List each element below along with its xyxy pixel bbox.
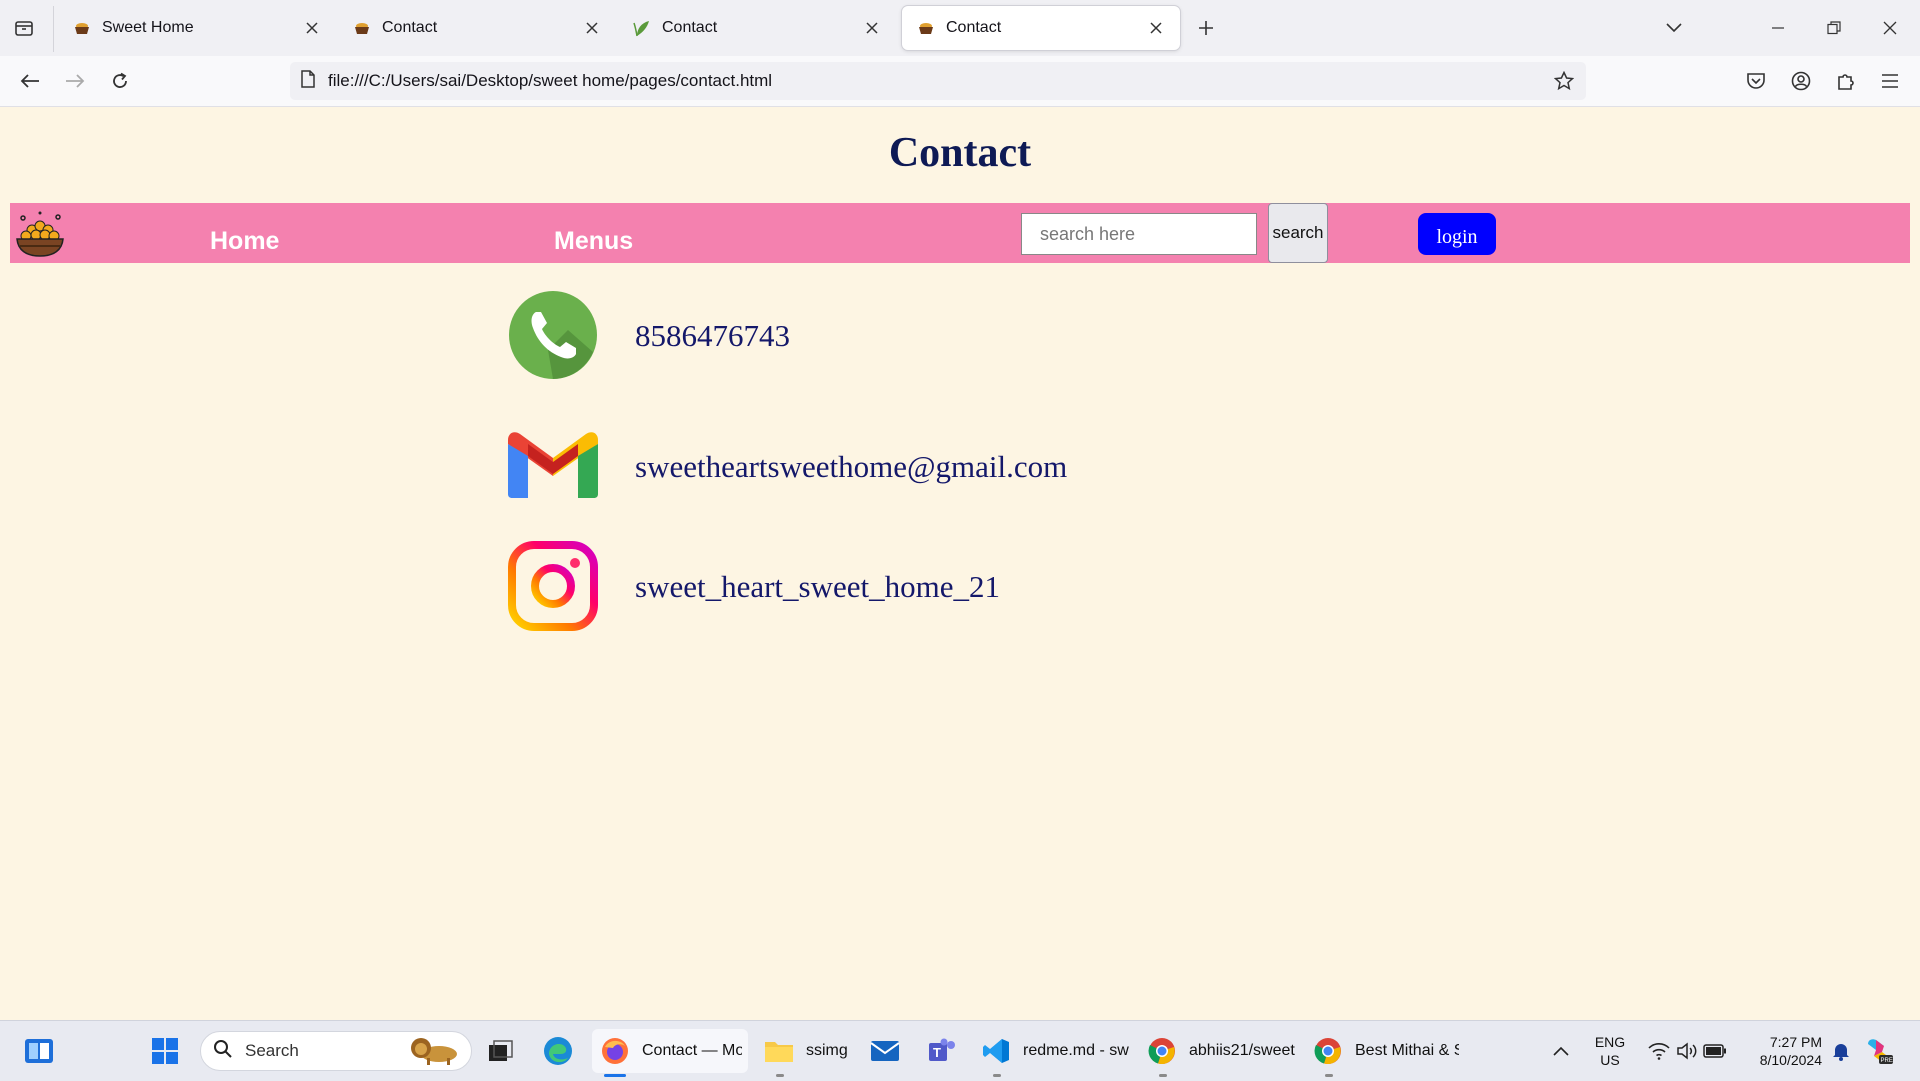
search-input[interactable]	[1021, 213, 1257, 255]
taskbar-app-label: ssimg	[806, 1042, 848, 1059]
lang-bottom: US	[1600, 1052, 1620, 1068]
running-indicator	[1325, 1074, 1333, 1077]
contact-email-row: sweetheartsweethome@gmail.com	[508, 421, 1308, 511]
volume-icon[interactable]	[1672, 1029, 1702, 1073]
browser-tab-active[interactable]: Contact	[902, 6, 1180, 50]
gmail-icon[interactable]	[508, 421, 598, 511]
close-window-icon[interactable]	[1874, 12, 1906, 44]
windows-taskbar: Search Contact — Mo: ssimg T redme.md - …	[0, 1020, 1920, 1081]
reload-icon[interactable]	[104, 65, 136, 97]
taskbar-app-firefox[interactable]: Contact — Mo:	[592, 1029, 748, 1077]
widgets-icon[interactable]	[24, 1029, 54, 1073]
browser-tab[interactable]: Sweet Home	[58, 6, 336, 50]
page-title: Contact	[888, 130, 1032, 176]
url-text: file:///C:/Users/sai/Desktop/sweet home/…	[328, 71, 773, 90]
nav-link-home[interactable]: Home	[210, 227, 279, 256]
contact-phone-text: 8586476743	[635, 318, 790, 353]
phone-icon[interactable]	[508, 290, 598, 380]
tab-separator	[53, 6, 54, 52]
windows-start-icon[interactable]	[150, 1029, 180, 1073]
taskbar-app-chrome-1[interactable]: abhiis21/sweet-	[1147, 1029, 1295, 1077]
account-icon[interactable]	[1785, 65, 1817, 97]
taskbar-app-label: redme.md - sw	[1023, 1042, 1129, 1059]
search-button[interactable]: search	[1268, 203, 1328, 263]
running-indicator	[1159, 1074, 1167, 1077]
clock-date: 8/10/2024	[1759, 1052, 1822, 1068]
tab-title: Sweet Home	[102, 19, 194, 36]
contact-email-text: sweetheartsweethome@gmail.com	[635, 449, 1068, 484]
extensions-icon[interactable]	[1830, 65, 1862, 97]
contact-instagram-text: sweet_heart_sweet_home_21	[635, 569, 1000, 604]
site-navbar: Home Menus search login	[10, 203, 1910, 263]
url-bar[interactable]: file:///C:/Users/sai/Desktop/sweet home/…	[290, 62, 1586, 100]
close-icon[interactable]	[582, 18, 602, 38]
chrome-icon	[1147, 1036, 1177, 1066]
nav-link-menus[interactable]: Menus	[554, 227, 633, 256]
contact-instagram-row: sweet_heart_sweet_home_21	[508, 541, 1308, 631]
battery-icon[interactable]	[1700, 1029, 1730, 1073]
sweet-basket-logo-icon[interactable]	[14, 208, 66, 260]
page-content: Contact Home Menus search login	[0, 107, 1920, 1020]
svg-text:T: T	[933, 1045, 941, 1060]
new-tab-plus-icon[interactable]	[1192, 14, 1220, 42]
login-button[interactable]: login	[1418, 213, 1496, 255]
chevron-down-icon[interactable]	[1658, 12, 1690, 44]
restore-icon[interactable]	[1818, 12, 1850, 44]
taskbar-search-label: Search	[245, 1041, 299, 1060]
folder-icon	[764, 1036, 794, 1066]
lion-search-highlight-icon	[407, 1036, 463, 1071]
chrome-icon	[1313, 1036, 1343, 1066]
close-icon[interactable]	[1146, 18, 1166, 38]
mail-icon[interactable]	[870, 1029, 900, 1073]
clock-time: 7:27 PM	[1769, 1034, 1822, 1050]
notification-bell-icon[interactable]	[1826, 1029, 1856, 1073]
copilot-icon[interactable]: PRE	[1864, 1029, 1894, 1073]
back-arrow-icon[interactable]	[14, 65, 46, 97]
page-file-icon	[300, 69, 316, 93]
lang-top: ENG	[1594, 1034, 1626, 1050]
tab-title: Contact	[946, 19, 1002, 36]
close-icon[interactable]	[862, 18, 882, 38]
svg-text:PRE: PRE	[1881, 1058, 1893, 1064]
taskbar-app-label: Best Mithai & S	[1355, 1042, 1459, 1059]
basket-icon	[352, 18, 372, 38]
firefox-icon	[600, 1036, 630, 1066]
browser-tab[interactable]: Contact	[618, 6, 896, 50]
active-indicator	[604, 1074, 626, 1077]
search-icon	[213, 1039, 233, 1064]
taskbar-app-label: abhiis21/sweet-	[1189, 1042, 1295, 1059]
basket-icon	[72, 18, 92, 38]
tab-list-icon[interactable]	[10, 14, 38, 42]
browser-tab[interactable]: Contact	[338, 6, 616, 50]
bookmark-star-icon[interactable]	[1548, 65, 1580, 97]
leaf-icon	[632, 18, 652, 38]
taskbar-app-chrome-2[interactable]: Best Mithai & S	[1313, 1029, 1459, 1077]
task-view-icon[interactable]	[486, 1029, 516, 1073]
instagram-icon[interactable]	[508, 541, 598, 631]
running-indicator	[776, 1074, 784, 1077]
contact-phone-row: 8586476743	[508, 290, 1308, 380]
teams-icon[interactable]: T	[927, 1029, 957, 1073]
running-indicator	[993, 1074, 1001, 1077]
tab-title: Contact	[662, 19, 718, 36]
browser-tab-bar: Sweet Home Contact Contact Contact	[0, 0, 1920, 56]
taskbar-app-label: Contact — Mo:	[642, 1042, 742, 1059]
minimize-icon[interactable]	[1762, 12, 1794, 44]
tab-title: Contact	[382, 19, 438, 36]
wifi-icon[interactable]	[1644, 1029, 1674, 1073]
forward-arrow-icon[interactable]	[59, 65, 91, 97]
language-indicator[interactable]: ENG US	[1590, 1033, 1630, 1069]
clock[interactable]: 7:27 PM 8/10/2024	[1738, 1033, 1822, 1069]
pocket-icon[interactable]	[1740, 65, 1772, 97]
edge-icon[interactable]	[543, 1029, 573, 1073]
taskbar-app-explorer[interactable]: ssimg	[764, 1029, 848, 1077]
browser-toolbar: file:///C:/Users/sai/Desktop/sweet home/…	[0, 56, 1920, 107]
menu-hamburger-icon[interactable]	[1874, 65, 1906, 97]
close-icon[interactable]	[302, 18, 322, 38]
taskbar-search[interactable]: Search	[200, 1031, 472, 1071]
taskbar-app-vscode[interactable]: redme.md - sw	[981, 1029, 1129, 1077]
vscode-icon	[981, 1036, 1011, 1066]
basket-icon	[916, 18, 936, 38]
chevron-up-icon[interactable]	[1546, 1029, 1576, 1073]
